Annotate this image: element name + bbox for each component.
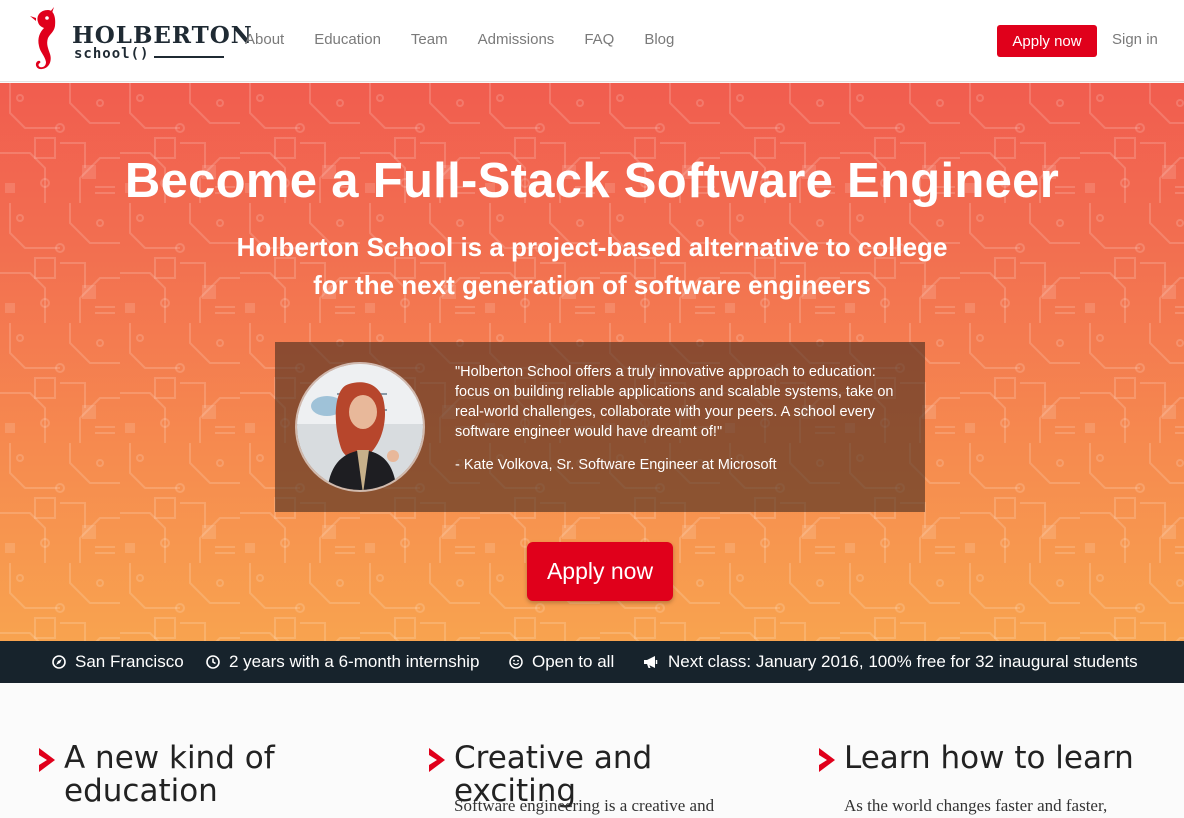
hero-subtitle: Holberton School is a project-based alte… xyxy=(0,228,1184,304)
nav-apply-button[interactable]: Apply now xyxy=(997,25,1097,57)
feature-text: Software engineering is a creative and xyxy=(454,796,715,815)
smiley-icon xyxy=(509,655,523,669)
top-navbar: HOLBERTON school() About Education Team … xyxy=(0,0,1184,82)
info-duration-text: 2 years with a 6-month internship xyxy=(229,652,480,671)
info-audience-text: Open to all xyxy=(532,652,615,671)
info-next-class: Next class: January 2016, 100% free for … xyxy=(643,641,1138,683)
hero-subtitle-line-1: Holberton School is a project-based alte… xyxy=(236,232,948,262)
testimonial-box: "Holberton School offers a truly innovat… xyxy=(275,342,925,512)
nav-link-about[interactable]: About xyxy=(245,31,284,48)
hero-section: Become a Full-Stack Software Engineer Ho… xyxy=(0,83,1184,641)
feature-title: A new kind of education xyxy=(64,740,275,809)
seahorse-logo-icon xyxy=(30,7,56,70)
holberton-logo[interactable]: HOLBERTON school() xyxy=(28,6,252,70)
feature-text: As the world changes faster and faster, xyxy=(844,796,1108,815)
megaphone-icon xyxy=(644,656,658,668)
info-next-class-text: Next class: January 2016, 100% free for … xyxy=(668,652,1138,671)
info-location-text: San Francisco xyxy=(75,652,184,671)
brand-subname: school() xyxy=(74,46,150,62)
chevron-right-icon xyxy=(39,748,55,772)
testimonial-avatar xyxy=(295,362,425,492)
info-duration: 2 years with a 6-month internship xyxy=(206,641,479,683)
chevron-right-icon xyxy=(819,748,835,772)
clock-icon xyxy=(206,655,220,669)
info-location: San Francisco xyxy=(52,641,184,683)
testimonial-author: - Kate Volkova, Sr. Software Engineer at… xyxy=(455,457,777,473)
hero-title: Become a Full-Stack Software Engineer xyxy=(124,154,1060,208)
hero-apply-button[interactable]: Apply now xyxy=(527,542,673,601)
brand-underline xyxy=(154,56,224,58)
testimonial-quote: "Holberton School offers a truly innovat… xyxy=(455,364,894,440)
brand-name: HOLBERTON xyxy=(72,22,253,49)
nav-link-blog[interactable]: Blog xyxy=(644,31,674,48)
main-nav: About Education Team Admissions FAQ Blog xyxy=(245,31,674,48)
info-audience: Open to all xyxy=(509,641,614,683)
feature-title: Learn how to learn xyxy=(844,740,1134,776)
nav-link-team[interactable]: Team xyxy=(411,31,448,48)
info-strip: San Francisco 2 years with a 6-month int… xyxy=(0,641,1184,683)
nav-link-faq[interactable]: FAQ xyxy=(584,31,614,48)
hero-subtitle-line-2: for the next generation of software engi… xyxy=(313,270,871,300)
person-photo-icon xyxy=(297,364,423,490)
compass-icon xyxy=(52,655,66,669)
nav-link-education[interactable]: Education xyxy=(314,31,381,48)
sign-in-link[interactable]: Sign in xyxy=(1112,31,1158,48)
chevron-right-icon xyxy=(429,748,445,772)
nav-link-admissions[interactable]: Admissions xyxy=(478,31,555,48)
